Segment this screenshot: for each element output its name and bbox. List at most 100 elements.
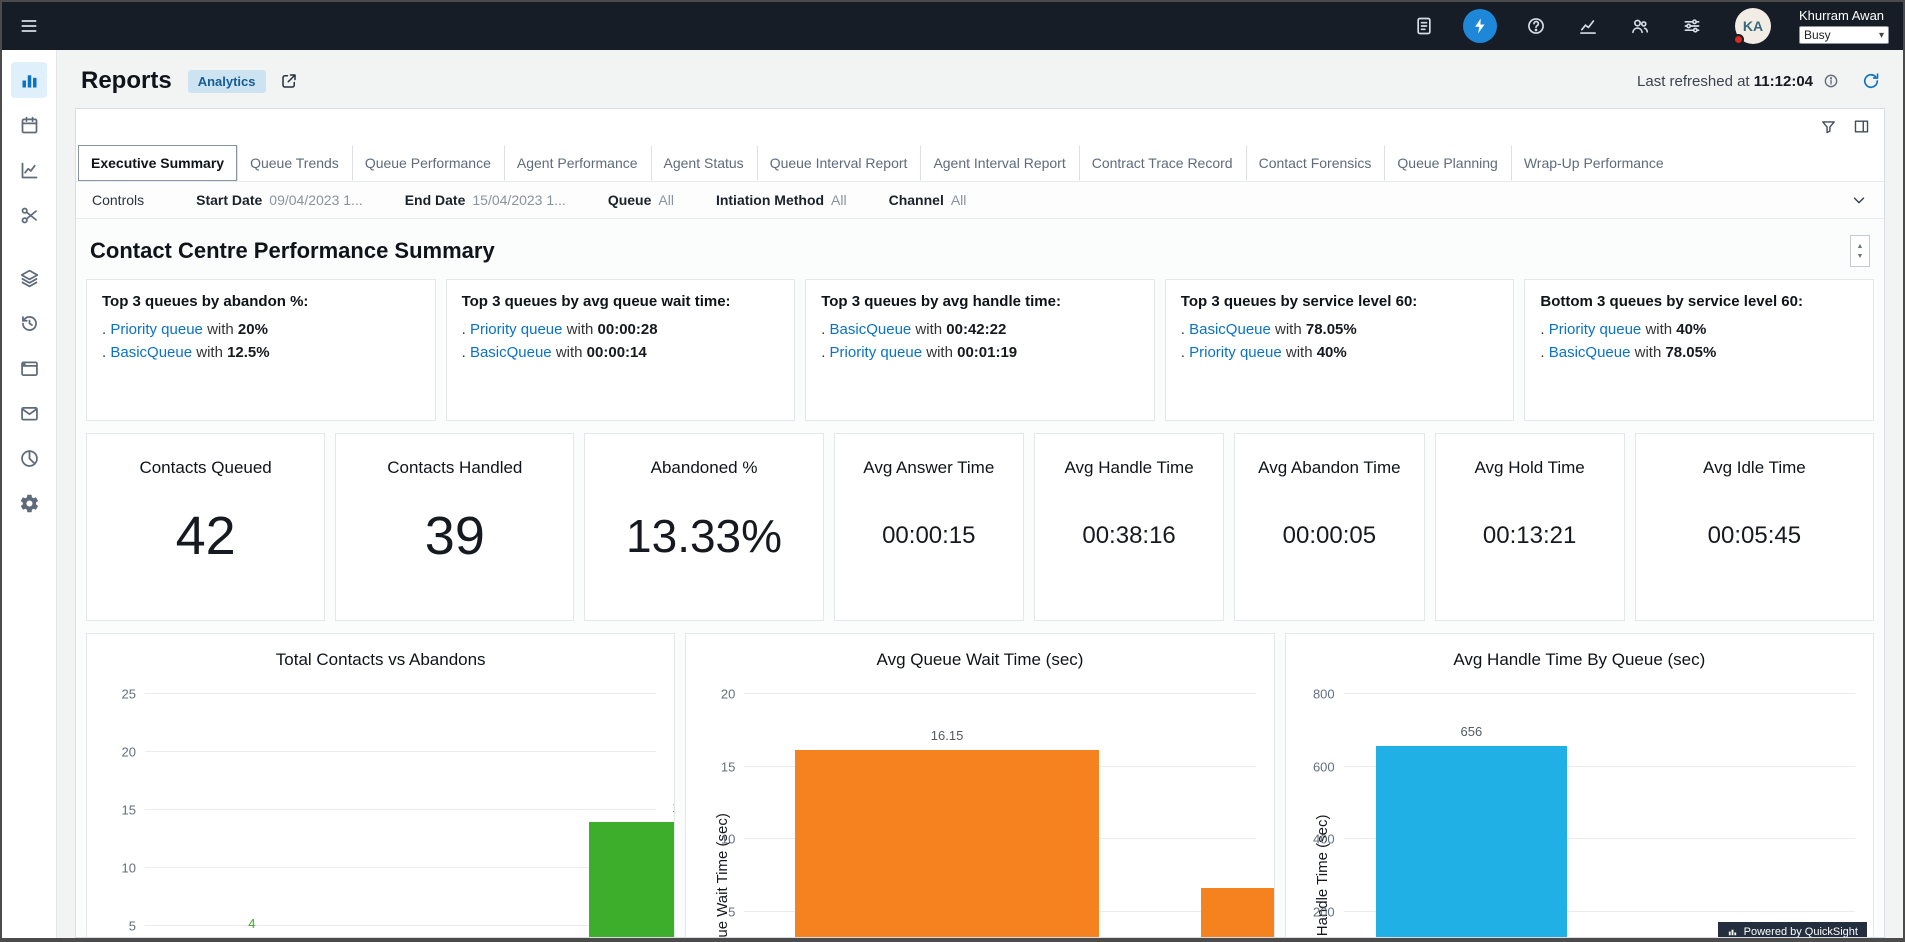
filter-label: Channel <box>889 192 944 208</box>
sidebar-item-pie-chart[interactable] <box>11 440 47 476</box>
queue-link[interactable]: BasicQueue <box>110 344 192 361</box>
gridline <box>1344 693 1855 694</box>
chart-title: Avg Queue Wait Time (sec) <box>686 650 1273 670</box>
queue-link[interactable]: BasicQueue <box>1189 321 1271 338</box>
top-bar: KA Khurram Awan Busy ▾ <box>2 2 1903 50</box>
tab-wrap-up-performance[interactable]: Wrap-Up Performance <box>1511 145 1677 181</box>
filter-value: All <box>831 192 847 208</box>
queue-link[interactable]: Priority queue <box>470 321 563 338</box>
control-filter-intiation-method[interactable]: Intiation MethodAll <box>716 192 847 208</box>
sidebar-item-window[interactable] <box>11 350 47 386</box>
filter-icon[interactable] <box>1820 118 1837 135</box>
page-title: Reports <box>81 67 172 95</box>
bar-value-label: 4 <box>248 916 255 931</box>
gear-icon <box>19 493 40 514</box>
tab-contact-forensics[interactable]: Contact Forensics <box>1246 145 1385 181</box>
avatar[interactable]: KA <box>1735 8 1771 44</box>
control-filter-queue[interactable]: Queue All <box>608 192 674 208</box>
menu-icon[interactable] <box>16 13 42 39</box>
sidebar-item-scissors[interactable] <box>11 197 47 233</box>
queue-link[interactable]: BasicQueue <box>830 321 912 338</box>
tab-agent-performance[interactable]: Agent Performance <box>504 145 651 181</box>
scroll-spinner[interactable]: ▲ ▼ <box>1850 235 1870 267</box>
queue-link[interactable]: Priority queue <box>1189 344 1282 361</box>
external-link-icon[interactable] <box>280 72 298 90</box>
kpi-card-abandoned: Abandoned %13.33% <box>584 433 823 621</box>
tab-agent-status[interactable]: Agent Status <box>651 145 757 181</box>
tab-queue-planning[interactable]: Queue Planning <box>1384 145 1510 181</box>
chart-avg-queue-wait-time-sec: Avg Queue Wait Time (sec)Queue Wait Time… <box>685 633 1274 937</box>
tab-queue-interval-report[interactable]: Queue Interval Report <box>757 145 921 181</box>
notes-icon[interactable] <box>1411 13 1437 39</box>
header-right: Last refreshed at 11:12:04 <box>1637 71 1881 91</box>
tab-agent-interval-report[interactable]: Agent Interval Report <box>920 145 1078 181</box>
chart-plot-area: 510152016.156.6 <box>744 694 1255 937</box>
bar-contacts[interactable] <box>589 822 676 937</box>
bar-chart-icon <box>19 70 40 91</box>
chart-title: Avg Handle Time By Queue (sec) <box>1286 650 1873 670</box>
insight-item: . BasicQueue with 00:00:14 <box>462 342 780 365</box>
kpi-card-avg-abandon-time: Avg Abandon Time00:00:05 <box>1234 433 1424 621</box>
control-filter-channel[interactable]: ChannelAll <box>889 192 967 208</box>
caret-up-icon[interactable]: ▲ <box>1857 243 1864 250</box>
insight-value: 78.05% <box>1306 321 1357 338</box>
sidebar-item-gear[interactable] <box>11 485 47 521</box>
layers-icon <box>19 268 40 289</box>
y-tick-label: 200 <box>1313 904 1335 919</box>
queue-link[interactable]: Priority queue <box>1549 321 1642 338</box>
kpi-value: 00:38:16 <box>1035 478 1223 620</box>
chevron-down-icon[interactable] <box>1850 191 1868 209</box>
filter-value: All <box>658 192 674 208</box>
bar-value-label: 656 <box>1461 724 1483 739</box>
sliders-icon[interactable] <box>1679 13 1705 39</box>
queue-link[interactable]: BasicQueue <box>1549 344 1631 361</box>
sidebar-item-history[interactable] <box>11 305 47 341</box>
insight-item: . Priority queue with 00:00:28 <box>462 319 780 342</box>
y-tick-label: 600 <box>1313 759 1335 774</box>
kpi-title: Abandoned % <box>585 458 822 478</box>
charts-row: Total Contacts vs Abandons51015202541423… <box>86 633 1874 937</box>
insight-item: . Priority queue with 20% <box>102 319 420 342</box>
chart-plot-area: 200400600800656 <box>1344 694 1855 937</box>
expand-panel-icon[interactable] <box>1853 118 1870 135</box>
filter-label: Queue <box>608 192 652 208</box>
bar-avg-queue-wait-time[interactable] <box>795 750 1099 937</box>
gridline <box>145 809 656 810</box>
window-icon <box>19 358 40 379</box>
user-name: Khurram Awan <box>1799 8 1889 23</box>
trend-icon[interactable] <box>1575 13 1601 39</box>
tab-queue-performance[interactable]: Queue Performance <box>352 145 504 181</box>
queue-link[interactable]: Priority queue <box>110 321 203 338</box>
caret-down-icon[interactable]: ▼ <box>1857 253 1864 260</box>
users-icon[interactable] <box>1627 13 1653 39</box>
report-tabs: Executive SummaryQueue TrendsQueue Perfo… <box>76 143 1884 181</box>
sidebar-item-calendar[interactable] <box>11 107 47 143</box>
sidebar-item-layers[interactable] <box>11 260 47 296</box>
bar-value-label: 14 <box>672 800 675 815</box>
status-dropdown[interactable]: Busy ▾ <box>1799 26 1889 44</box>
lightning-icon[interactable] <box>1463 9 1497 43</box>
queue-link[interactable]: BasicQueue <box>470 344 552 361</box>
queue-link[interactable]: Priority queue <box>830 344 923 361</box>
avatar-initials: KA <box>1743 18 1763 34</box>
insight-item: . BasicQueue with 78.05% <box>1540 342 1858 365</box>
sidebar-item-mail[interactable] <box>11 395 47 431</box>
bar-avg-handle-time[interactable] <box>1376 746 1568 937</box>
tab-contract-trace-record[interactable]: Contract Trace Record <box>1079 145 1246 181</box>
info-icon[interactable] <box>1823 73 1839 89</box>
main-area: Reports Analytics Last refreshed at 11:1… <box>57 50 1903 938</box>
refresh-icon[interactable] <box>1861 71 1881 91</box>
tab-queue-trends[interactable]: Queue Trends <box>237 145 352 181</box>
pie-chart-icon <box>19 448 40 469</box>
quicksight-logo-icon <box>1727 927 1738 938</box>
last-refreshed-text: Last refreshed at 11:12:04 <box>1637 73 1813 90</box>
sidebar-item-line-chart[interactable] <box>11 152 47 188</box>
control-filter-start-date[interactable]: Start Date09/04/2023 1... <box>196 192 363 208</box>
sidebar-item-bar-chart[interactable] <box>11 62 47 98</box>
tab-executive-summary[interactable]: Executive Summary <box>78 145 237 181</box>
help-icon[interactable] <box>1523 13 1549 39</box>
chart-total-contacts-vs-abandons: Total Contacts vs Abandons51015202541423… <box>86 633 675 937</box>
insight-value: 20% <box>238 321 268 338</box>
bar-avg-queue-wait-time[interactable] <box>1201 888 1275 937</box>
control-filter-end-date[interactable]: End Date15/04/2023 1... <box>405 192 566 208</box>
